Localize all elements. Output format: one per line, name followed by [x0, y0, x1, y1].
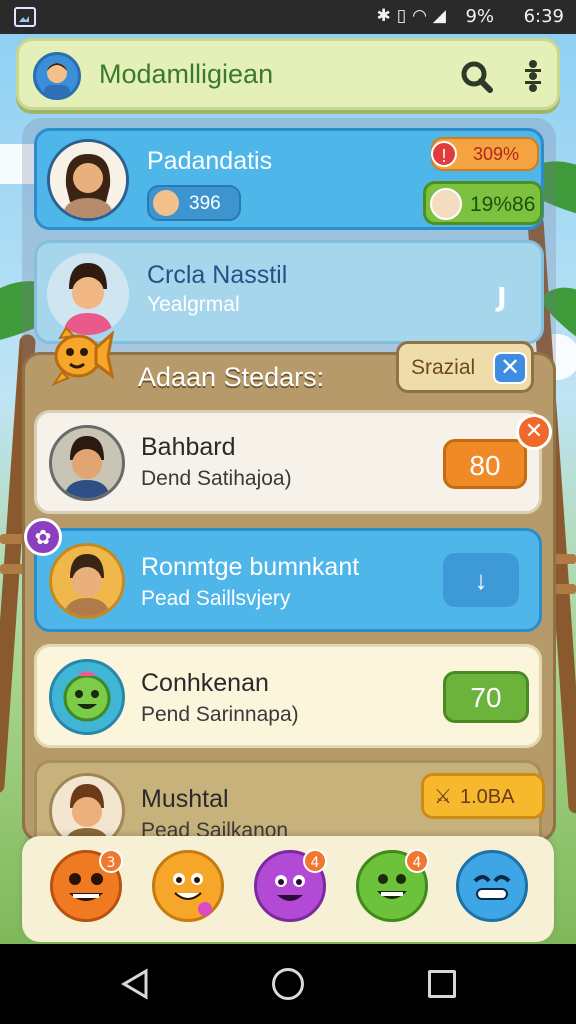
remove-icon[interactable]: ✕: [516, 414, 552, 450]
emoji-badge: 4: [303, 849, 327, 873]
player-portrait: [49, 659, 125, 735]
home-icon[interactable]: [272, 968, 304, 1000]
player-name: Bahbard: [141, 433, 236, 461]
list-item[interactable]: Bahbard Dend Satihajoa) 80: [34, 410, 542, 514]
player-portrait: [49, 425, 125, 501]
score-value: ↓: [474, 565, 488, 595]
player-portrait: [47, 253, 129, 335]
score-value: 70: [470, 682, 502, 713]
score-badge: ↓: [443, 553, 519, 607]
purple-smile-icon[interactable]: 4: [254, 849, 327, 922]
score-badge: 80: [443, 439, 527, 489]
emoji-badge: 4: [405, 849, 429, 873]
battery-percent: 9%: [465, 6, 494, 27]
emoji-bar: 3 4 4: [22, 836, 554, 942]
app-title: Modamlligiean: [99, 59, 274, 89]
card-action-icon[interactable]: J: [497, 283, 507, 313]
fish-mascot-icon: [44, 326, 115, 388]
mini-avatar: [153, 190, 179, 216]
player-name: Mushtal: [141, 785, 229, 813]
list-item[interactable]: Mushtal Pead Sailkanon ⚔ 1.0BA: [34, 760, 545, 849]
player-name: Ronmtge bumnkant: [141, 553, 360, 581]
list-item[interactable]: Conhkenan Pend Sarinnapa) 70: [34, 644, 542, 748]
player-name: Crcla Nasstil: [147, 261, 288, 289]
gallery-icon: [14, 7, 36, 27]
back-icon[interactable]: [120, 968, 150, 1000]
alert-badge[interactable]: ! 309%: [431, 137, 539, 171]
mini-avatar: [430, 188, 462, 220]
orange-grin-icon[interactable]: 3: [50, 849, 123, 922]
search-icon[interactable]: [459, 59, 495, 95]
score-badge: 70: [443, 671, 529, 723]
close-icon[interactable]: ✕: [493, 352, 527, 384]
top-header: Modamlligiean: [16, 38, 560, 110]
special-button[interactable]: Srazial ✕: [396, 341, 534, 393]
player-name: Conhkenan: [141, 669, 269, 697]
more-menu-icon[interactable]: [519, 57, 547, 95]
flower-icon: ✿: [24, 518, 62, 556]
score-badge: ⚔ 1.0BA: [421, 773, 545, 819]
blue-smile-icon[interactable]: [456, 850, 528, 922]
player-portrait: [47, 139, 129, 221]
status-icons: ✱▯◠◢: [376, 6, 452, 26]
emoji-badge: 3: [99, 849, 123, 873]
alert-value: 309%: [473, 144, 520, 164]
system-nav-bar: [0, 944, 576, 1024]
green-score-value: 19%86: [470, 193, 536, 216]
profile-avatar[interactable]: [33, 52, 81, 100]
player-subtitle: Dend Satihajoa): [141, 467, 292, 490]
player-portrait: [49, 543, 125, 619]
list-item[interactable]: Ronmtge bumnkant Pead Saillsvjery ↓: [34, 528, 542, 632]
player-stat-chip: 396: [147, 185, 241, 221]
player-card-featured[interactable]: Padandatis 396 ! 309% 19%86: [34, 128, 544, 230]
score-value: 80: [469, 450, 501, 481]
special-label: Srazial: [411, 356, 476, 379]
alert-icon: !: [431, 141, 457, 167]
player-subtitle: Yealgrmal: [147, 293, 240, 316]
player-subtitle: Pead Saillsvjery: [141, 587, 291, 610]
section-title: Adaan Stedars:: [138, 362, 325, 392]
green-score-badge[interactable]: 19%86: [423, 181, 543, 225]
chip-value: 396: [189, 193, 221, 214]
green-smile-icon[interactable]: 4: [356, 849, 429, 922]
score-value: 1.0BA: [460, 786, 515, 808]
recents-icon[interactable]: [428, 970, 456, 998]
player-name: Padandatis: [147, 147, 273, 175]
status-bar: ✱▯◠◢ 9% 6:39: [0, 0, 576, 34]
player-subtitle: Pend Sarinnapa): [141, 703, 299, 726]
yellow-smile-icon[interactable]: [152, 850, 224, 922]
clock: 6:39: [523, 6, 564, 27]
trophy-icon: ⚔: [434, 786, 452, 808]
